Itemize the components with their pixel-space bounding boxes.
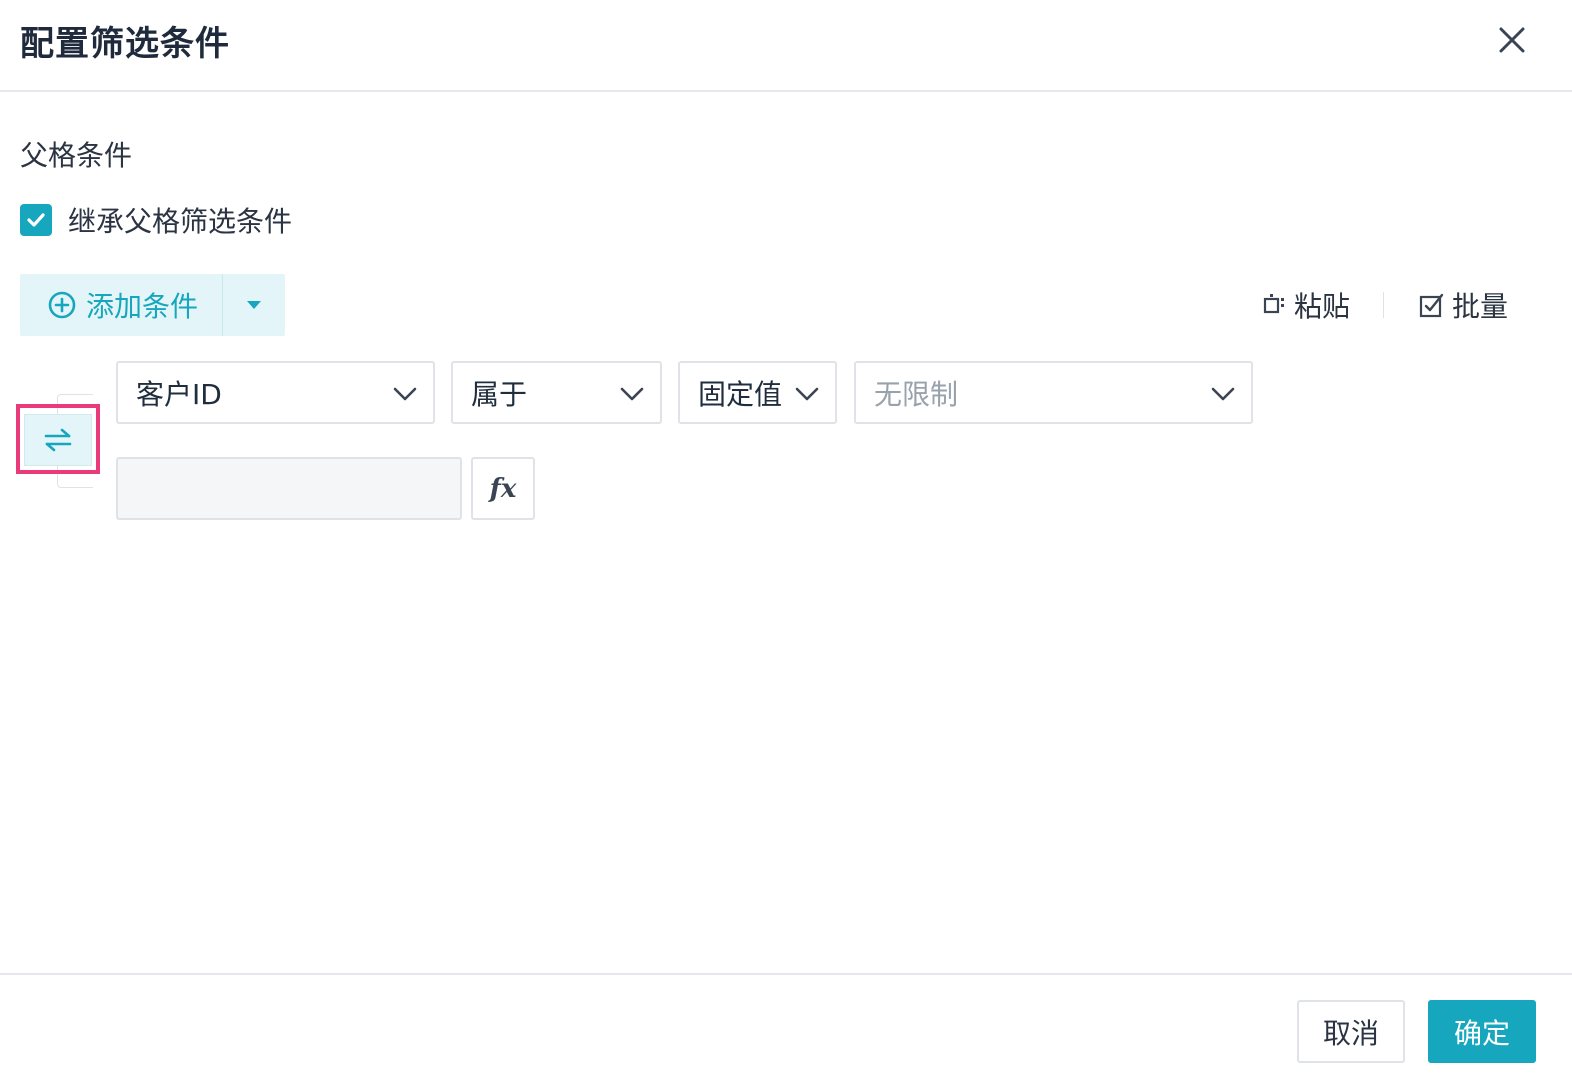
formula-fx-button[interactable]: fx — [471, 457, 535, 520]
field-select-value: 客户ID — [136, 377, 222, 411]
inherit-checkbox-label: 继承父格筛选条件 — [68, 205, 293, 238]
operator-select-value: 属于 — [471, 377, 528, 411]
field-select[interactable]: 客户ID — [116, 361, 435, 424]
paste-button[interactable]: 粘贴 — [1262, 284, 1350, 326]
paste-icon — [1263, 294, 1284, 314]
swap-arrows-icon — [44, 428, 72, 452]
cancel-button[interactable]: 取消 — [1297, 1000, 1405, 1063]
add-condition-label: 添加条件 — [86, 290, 199, 323]
check-icon — [27, 213, 45, 227]
value-type-select-value: 固定值 — [698, 377, 783, 411]
add-condition-dropdown[interactable] — [222, 274, 285, 336]
chevron-down-icon — [1211, 387, 1235, 401]
chevron-down-icon — [393, 387, 417, 401]
caret-down-icon — [247, 301, 261, 309]
fx-icon: fx — [489, 473, 517, 504]
batch-edit-icon — [1419, 293, 1444, 318]
dialog-title: 配置筛选条件 — [20, 24, 230, 64]
chevron-down-icon — [795, 387, 819, 401]
inherit-checkbox[interactable] — [20, 204, 52, 236]
value-select-placeholder: 无限制 — [874, 377, 959, 411]
value-type-select[interactable]: 固定值 — [678, 361, 837, 424]
and-or-toggle-button[interactable] — [24, 414, 92, 466]
inherit-checkbox-row[interactable]: 继承父格筛选条件 — [20, 200, 292, 240]
confirm-button[interactable]: 确定 — [1428, 1000, 1536, 1063]
parent-condition-label: 父格条件 — [20, 139, 133, 172]
operator-select[interactable]: 属于 — [451, 361, 662, 424]
dialog-header: 配置筛选条件 — [0, 0, 1572, 92]
batch-label: 批量 — [1452, 290, 1509, 323]
paste-label: 粘贴 — [1294, 290, 1351, 323]
chevron-down-icon — [620, 387, 644, 401]
add-condition-split-button: 添加条件 — [20, 274, 285, 336]
condition-value-input[interactable] — [116, 457, 462, 520]
batch-button[interactable]: 批量 — [1418, 284, 1508, 326]
plus-circle-icon — [48, 291, 76, 319]
toolbar-divider — [1383, 292, 1384, 318]
close-icon[interactable] — [1494, 22, 1530, 58]
value-select[interactable]: 无限制 — [854, 361, 1253, 424]
add-condition-button[interactable]: 添加条件 — [20, 274, 222, 336]
